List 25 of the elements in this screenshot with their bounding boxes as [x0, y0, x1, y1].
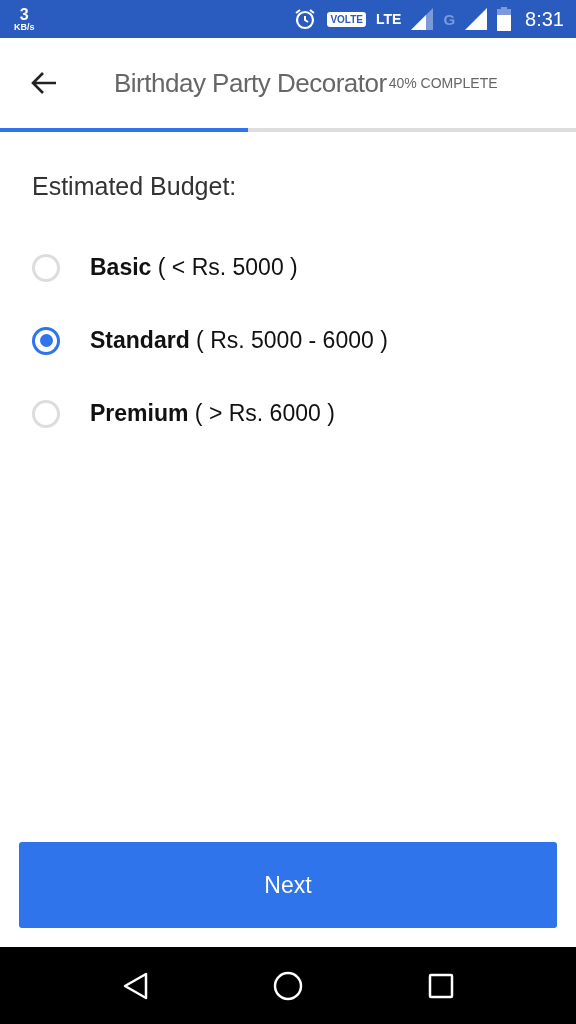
network-speed: 3 — [19, 6, 29, 23]
network-type: G — [443, 10, 456, 28]
radio-button[interactable] — [32, 326, 60, 355]
back-nav-button[interactable] — [122, 971, 149, 1000]
network-type: LTE — [376, 11, 402, 27]
next-button[interactable]: Next — [19, 842, 557, 928]
circle-icon — [273, 970, 303, 1001]
clock-time: 8:31 — [525, 7, 564, 31]
signal-icon — [411, 8, 434, 30]
option-label: Premium ( > Rs. 6000 ) — [90, 400, 335, 427]
home-nav-button[interactable] — [273, 970, 303, 1001]
square-icon — [427, 972, 454, 999]
volte-badge: VOLTE — [327, 11, 366, 27]
question-label: Estimated Budget: — [32, 172, 238, 201]
battery-icon — [497, 7, 512, 31]
triangle-icon — [122, 971, 149, 1000]
page-title: Birthday Party Decorator — [114, 67, 387, 99]
recents-nav-button[interactable] — [427, 972, 454, 999]
progress-label: 40% COMPLETE — [388, 75, 498, 91]
speed-unit: KB/s — [14, 22, 35, 32]
signal-icon — [465, 8, 488, 30]
option-label: Standard ( Rs. 5000 - 6000 ) — [90, 327, 388, 354]
option-label: Basic ( < Rs. 5000 ) — [90, 254, 298, 281]
back-button[interactable] — [30, 71, 58, 95]
back-arrow-icon — [30, 71, 58, 95]
